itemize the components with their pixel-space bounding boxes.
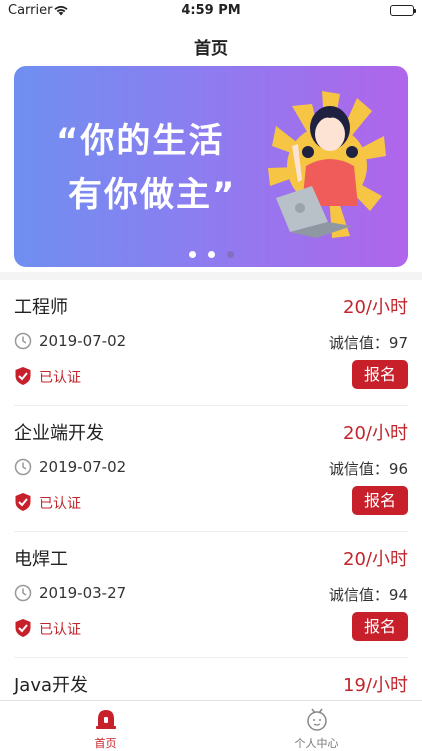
job-card[interactable]: 工程师 20/小时 2019-07-02 诚信值：97 已认证 报名 xyxy=(14,280,408,406)
job-date: 2019-07-02 xyxy=(39,332,127,350)
tab-profile-label: 个人中心 xyxy=(294,737,339,750)
slogan-line-1: “你的生活 xyxy=(56,121,225,161)
job-date: 2019-03-27 xyxy=(39,584,127,602)
battery-icon xyxy=(390,5,416,16)
slogan-line-2: 有你做主” xyxy=(68,175,237,215)
credit-score: 诚信值：97 xyxy=(328,334,408,352)
apply-button[interactable]: 报名 xyxy=(352,486,408,515)
job-title: 电焊工 xyxy=(14,549,68,570)
job-wage: 19/小时 xyxy=(343,675,408,696)
job-card[interactable]: 电焊工 20/小时 2019-03-27 诚信值：94 已认证 报名 xyxy=(14,532,408,658)
verified-shield-icon xyxy=(15,619,31,637)
tab-home-label: 首页 xyxy=(94,737,117,750)
clock-icon xyxy=(14,584,32,602)
profile-face-icon xyxy=(306,708,327,731)
tab-home[interactable]: 首页 xyxy=(0,701,211,751)
credit-score: 诚信值：96 xyxy=(328,460,408,478)
verified-shield-icon xyxy=(15,367,31,385)
apply-button[interactable]: 报名 xyxy=(352,612,408,641)
clock-time: 4:59 PM xyxy=(181,3,241,18)
navigation-bar: 首页 xyxy=(0,22,422,67)
tab-bar: 首页 个人中心 xyxy=(0,700,422,751)
job-date: 2019-07-02 xyxy=(39,458,127,476)
banner-section: “你的生活 有你做主” xyxy=(0,66,422,272)
carousel-dot[interactable] xyxy=(207,251,215,258)
verified-label: 已认证 xyxy=(39,370,81,386)
job-list: 工程师 20/小时 2019-07-02 诚信值：97 已认证 报名 企业端开发… xyxy=(0,280,422,700)
banner-carousel[interactable]: “你的生活 有你做主” xyxy=(14,66,408,267)
home-siren-icon xyxy=(95,710,116,729)
clock-icon xyxy=(14,332,32,350)
job-wage: 20/小时 xyxy=(343,297,408,318)
verified-label: 已认证 xyxy=(39,622,81,638)
carousel-dot[interactable] xyxy=(188,251,196,258)
verified-shield-icon xyxy=(15,493,31,511)
page-title: 首页 xyxy=(194,39,228,59)
job-wage: 20/小时 xyxy=(343,423,408,444)
tab-profile[interactable]: 个人中心 xyxy=(211,701,422,751)
job-title: Java开发 xyxy=(14,675,89,696)
girl-laptop-illustration xyxy=(268,91,386,238)
apply-button[interactable]: 报名 xyxy=(352,360,408,389)
job-wage: 20/小时 xyxy=(343,549,408,570)
verified-label: 已认证 xyxy=(39,496,81,512)
banner-slogan: “你的生活 有你做主” xyxy=(56,114,236,222)
credit-score: 诚信值：94 xyxy=(328,586,408,604)
job-card[interactable]: Java开发 19/小时 xyxy=(14,658,408,700)
status-bar: Carrier 4:59 PM xyxy=(0,0,422,22)
job-title: 企业端开发 xyxy=(14,423,104,444)
carousel-dot[interactable] xyxy=(226,251,234,258)
job-card[interactable]: 企业端开发 20/小时 2019-07-02 诚信值：96 已认证 报名 xyxy=(14,406,408,532)
carousel-dots xyxy=(14,251,408,258)
clock-icon xyxy=(14,458,32,476)
job-title: 工程师 xyxy=(14,297,68,318)
